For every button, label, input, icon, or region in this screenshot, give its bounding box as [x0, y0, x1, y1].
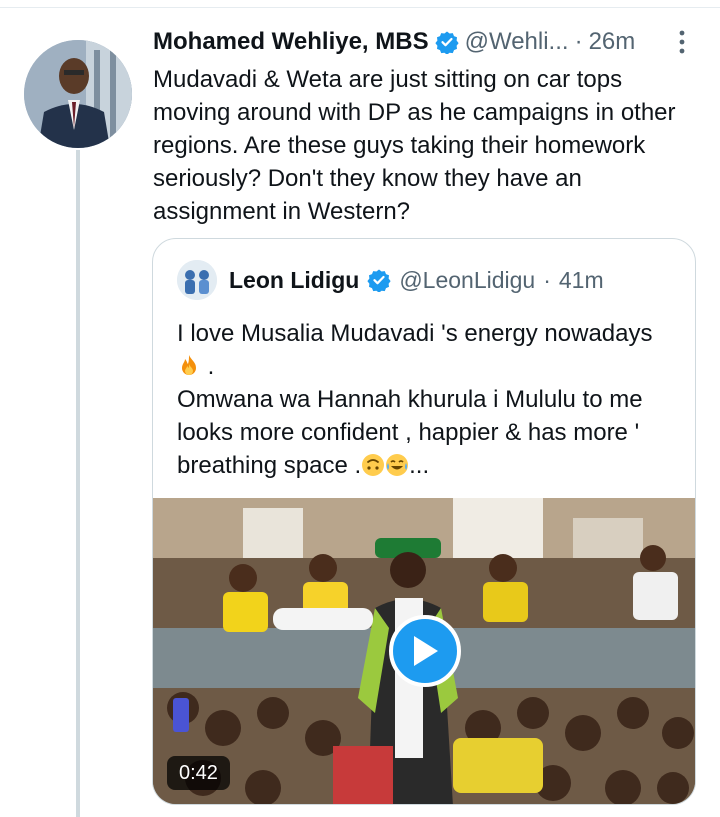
quoted-text-line: breathing space . ...	[177, 449, 677, 482]
quoted-author-handle[interactable]: @LeonLidigu	[399, 267, 535, 294]
face-with-tears-of-joy-emoji-icon	[385, 453, 409, 477]
quoted-text-line: .	[177, 350, 677, 383]
video-duration-badge: 0:42	[167, 756, 230, 790]
verified-badge-icon	[367, 268, 391, 293]
quoted-text-line: Omwana wa Hannah khurula i Mululu to me	[177, 386, 643, 413]
top-divider	[0, 7, 720, 8]
separator-dot: ·	[574, 28, 583, 55]
fire-emoji-icon	[177, 354, 201, 378]
quoted-text-line: looks more confident , happier & has mor…	[177, 419, 640, 446]
quoted-tweet-timestamp[interactable]: 41m	[559, 267, 604, 294]
separator-dot: ·	[543, 266, 551, 293]
play-button[interactable]	[389, 615, 461, 687]
tweet-text-line: Mudavadi & Weta are just sitting on car …	[153, 66, 623, 93]
quoted-tweet-card[interactable]: Leon Lidigu @LeonLidigu · 41m I love Mus…	[152, 238, 696, 805]
quoted-text-fragment: ...	[409, 452, 430, 479]
quoted-text-fragment: breathing space .	[177, 452, 362, 479]
author-display-name[interactable]: Mohamed Wehliye, MBS	[153, 28, 429, 56]
quoted-text-line: I love Musalia Mudavadi 's energy nowada…	[177, 320, 653, 347]
video-thumbnail[interactable]: 0:42	[153, 498, 695, 804]
quoted-text-fragment: .	[201, 353, 215, 380]
upside-down-face-emoji-icon	[361, 453, 385, 477]
thread-connector-line	[76, 150, 80, 817]
tweet-header: Mohamed Wehliye, MBS @Wehli... · 26m	[153, 26, 635, 58]
quoted-author-display-name[interactable]: Leon Lidigu	[229, 267, 359, 294]
tweet-detail-view: Mohamed Wehliye, MBS @Wehli... · 26m Mud…	[0, 0, 720, 817]
author-avatar[interactable]	[24, 40, 132, 148]
play-icon	[414, 636, 438, 666]
author-handle[interactable]: @Wehli...	[465, 28, 569, 56]
verified-badge-icon	[435, 30, 459, 55]
quoted-author-avatar[interactable]	[177, 260, 217, 300]
more-options-icon[interactable]	[670, 28, 694, 56]
tweet-text-line: moving around with DP as he campaigns in…	[153, 99, 676, 126]
quoted-tweet-header: Leon Lidigu @LeonLidigu · 41m	[177, 260, 604, 300]
tweet-text-line: seriously? Don't they know they have an	[153, 165, 582, 192]
tweet-text-line: assignment in Western?	[153, 198, 411, 225]
tweet-text: Mudavadi & Weta are just sitting on car …	[153, 63, 698, 228]
tweet-text-line: regions. Are these guys taking their hom…	[153, 132, 646, 159]
quoted-tweet-text: I love Musalia Mudavadi 's energy nowada…	[177, 317, 677, 482]
tweet-timestamp[interactable]: 26m	[589, 28, 636, 56]
